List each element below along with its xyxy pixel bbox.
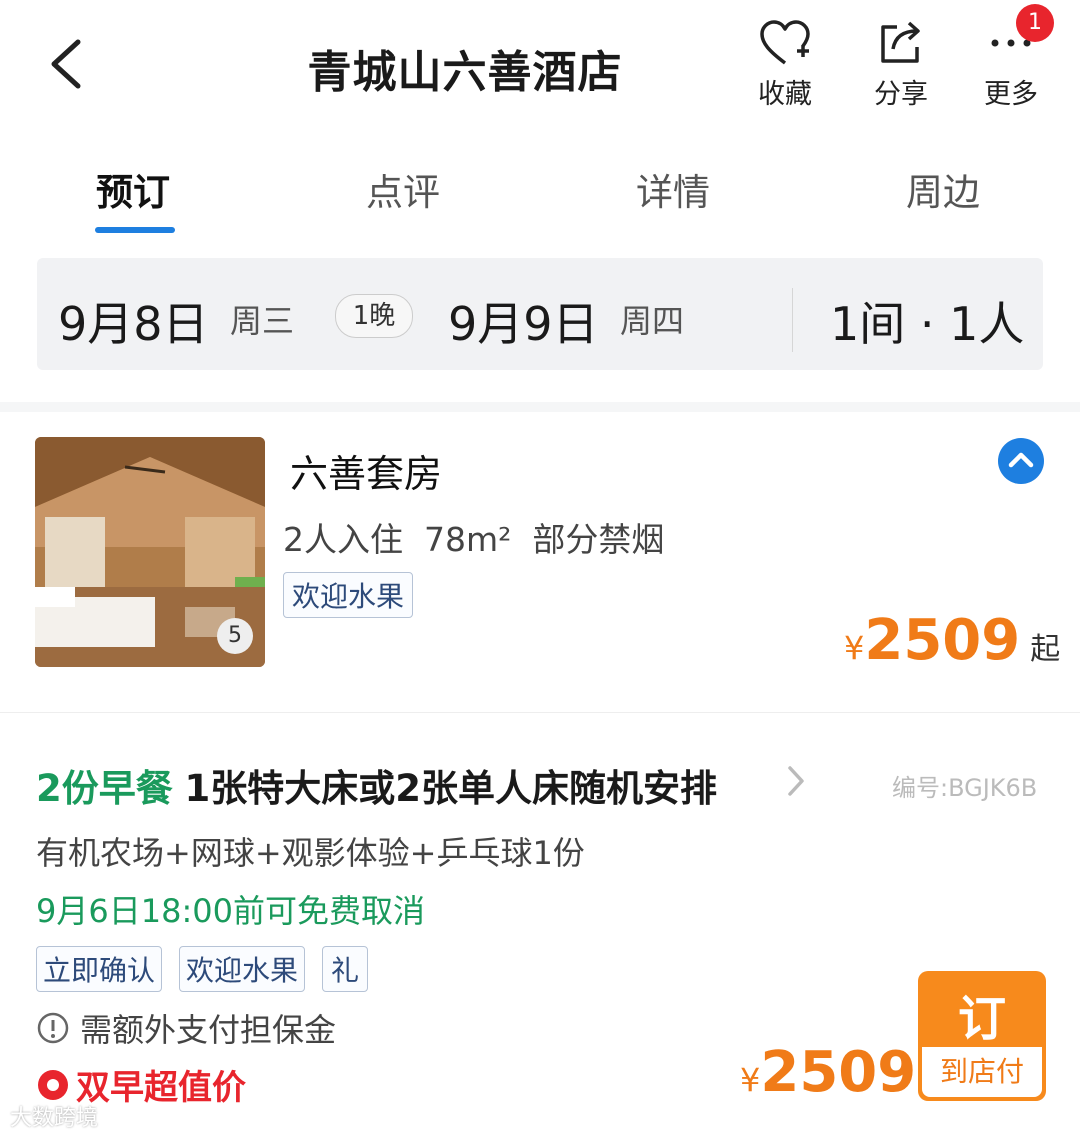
room-info: 2人入住 78m² 部分禁烟 <box>283 513 664 561</box>
more-label: 更多 <box>984 79 1038 110</box>
room-name[interactable]: 六善套房 <box>290 443 442 498</box>
favorite-button[interactable]: 收藏 <box>740 18 830 111</box>
heart-plus-icon <box>740 18 830 68</box>
book-label: 订 <box>957 991 1006 1047</box>
room-price-currency: ¥ <box>844 629 865 667</box>
room-smoking: 部分禁烟 <box>532 520 665 559</box>
plan-code: 编号:BGJK6B <box>892 774 1038 802</box>
room-area: 78m² <box>423 520 512 559</box>
deposit-note: 需额外支付担保金 <box>36 1005 336 1051</box>
rooms-guests-selector[interactable]: 1间 · 1人 <box>830 288 1024 354</box>
room-occupancy: 2人入住 <box>283 520 403 559</box>
bed-type: 1张特大床或2张单人床随机安排 <box>184 767 718 810</box>
room-price: ¥2509 起 <box>844 608 1060 673</box>
plan-extras: 有机农场+网球+观影体验+乒乓球1份 <box>36 834 585 872</box>
tab-booking[interactable]: 预订 <box>96 162 170 216</box>
tab-details[interactable]: 详情 <box>636 162 710 216</box>
divider <box>0 712 1080 713</box>
checkout-date[interactable]: 9月9日 <box>448 288 599 354</box>
divider <box>792 288 793 352</box>
share-label: 分享 <box>874 79 928 110</box>
tag-welcome-fruit: 欢迎水果 <box>179 946 306 992</box>
promo-badge-icon <box>38 1069 68 1100</box>
section-divider <box>0 402 1080 412</box>
plan-price-currency: ¥ <box>740 1061 761 1099</box>
favorite-label: 收藏 <box>758 79 812 110</box>
room-price-value: 2509 <box>864 608 1021 673</box>
notification-badge: 1 <box>1016 4 1054 42</box>
info-icon <box>37 1012 69 1044</box>
breakfast-label: 2份早餐 <box>36 767 173 810</box>
plan-price-value: 2509 <box>760 1040 917 1105</box>
chevron-right-icon[interactable] <box>786 764 806 802</box>
tag-instant-confirm: 立即确认 <box>36 946 163 992</box>
tag-gift: 礼 <box>322 946 369 992</box>
checkin-date[interactable]: 9月8日 <box>58 288 209 354</box>
active-tab-indicator <box>95 227 175 233</box>
rate-plan-title[interactable]: 2份早餐 1张特大床或2张单人床随机安排 <box>36 758 717 812</box>
watermark: 大数跨境 <box>10 1106 99 1131</box>
book-button[interactable]: 订 到店付 <box>918 971 1046 1101</box>
photo-count: 5 <box>217 618 253 654</box>
room-price-suffix: 起 <box>1030 632 1061 667</box>
share-button[interactable]: 分享 <box>856 18 946 111</box>
promo-text: 双早超值价 <box>76 1068 246 1108</box>
checkout-weekday: 周四 <box>620 302 685 340</box>
checkin-weekday: 周三 <box>230 302 295 340</box>
tab-reviews[interactable]: 点评 <box>366 162 440 216</box>
tab-nearby[interactable]: 周边 <box>906 162 980 216</box>
room-tag: 欢迎水果 <box>283 572 414 618</box>
plan-price: ¥2509 <box>740 1040 916 1105</box>
cancel-policy: 9月6日18:00前可免费取消 <box>36 892 425 930</box>
pay-at-hotel-label: 到店付 <box>922 1047 1042 1097</box>
nights-badge: 1晚 <box>335 294 413 338</box>
collapse-button[interactable] <box>998 438 1044 484</box>
share-icon <box>856 18 946 68</box>
chevron-up-icon <box>1008 452 1034 468</box>
deposit-text: 需额外支付担保金 <box>80 1011 337 1049</box>
